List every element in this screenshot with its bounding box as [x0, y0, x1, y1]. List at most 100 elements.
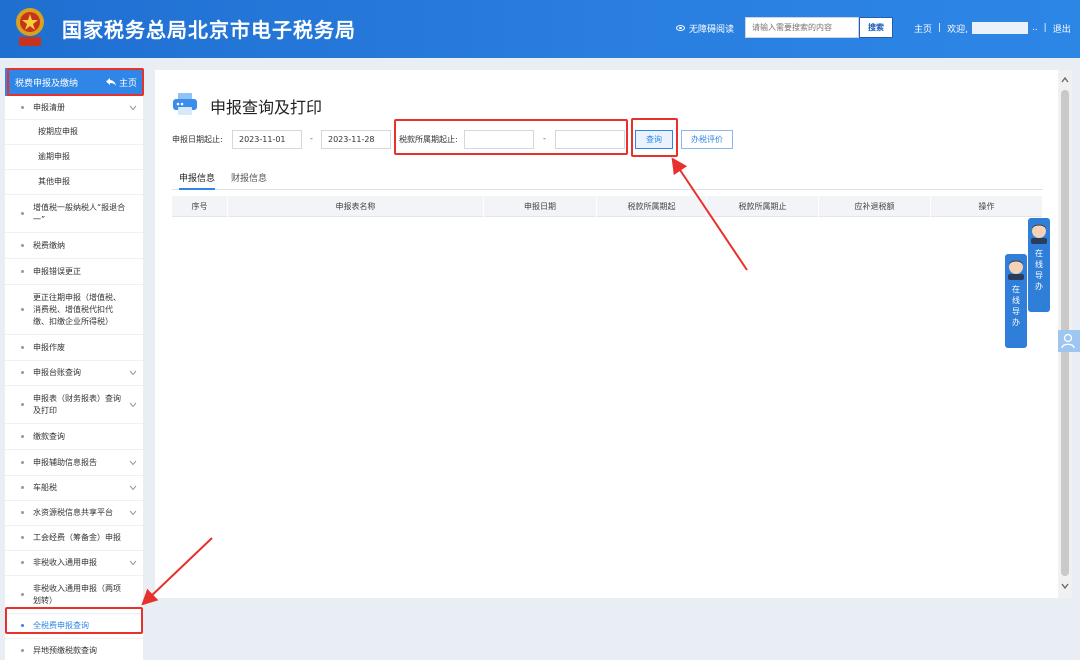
- sidebar-item-label: 更正往期申报（增值税、消费税、增值税代扣代缴、扣缴企业所得税）: [33, 292, 121, 326]
- helper-char: 导: [1035, 271, 1043, 280]
- sidebar-item[interactable]: 缴款查询: [5, 424, 143, 450]
- search-input[interactable]: [745, 17, 859, 38]
- sidebar-item-label: 按期应申报: [38, 127, 78, 136]
- site-title: 国家税务总局北京市电子税务局: [62, 18, 356, 42]
- col-declare-date: 申报日期: [484, 196, 597, 217]
- sidebar-item[interactable]: 申报作废: [5, 335, 143, 361]
- nav-separator: |: [1043, 23, 1047, 33]
- helper-char: 导: [1012, 307, 1020, 316]
- tax-period-label: 税款所属期起止:: [399, 135, 458, 144]
- welcome-text: 欢迎,: [947, 24, 968, 35]
- eye-icon: [676, 25, 685, 31]
- sidebar-item-label: 缴款查询: [33, 431, 65, 441]
- declare-end-input[interactable]: 2023-11-28: [321, 130, 391, 149]
- declare-date-label: 申报日期起止:: [172, 135, 223, 144]
- sidebar-item-label: 全税费申报查询: [33, 621, 89, 630]
- search-button[interactable]: 搜索: [859, 17, 893, 38]
- sidebar-item-label: 水资源税信息共享平台: [33, 508, 113, 517]
- online-guide-helper-top[interactable]: 在 线 导 办: [1028, 218, 1050, 312]
- tab-declare-info[interactable]: 申报信息: [179, 172, 216, 190]
- sidebar-item[interactable]: 工会经费（筹备金）申报: [5, 526, 143, 551]
- col-tax-amount: 应补退税额: [819, 196, 931, 217]
- return-arrow-icon: [105, 78, 116, 86]
- col-form-name: 申报表名称: [228, 196, 484, 217]
- scroll-up-icon[interactable]: [1061, 76, 1069, 84]
- sidebar-item[interactable]: 增值税一般纳税人“报退合一”: [5, 195, 143, 233]
- sidebar-item[interactable]: 申报台账查询: [5, 361, 143, 386]
- accessibility-label: 无障碍阅读: [689, 24, 735, 35]
- user-icon: [1061, 333, 1075, 349]
- username-redacted: [971, 22, 1028, 34]
- chevron-down-icon[interactable]: [129, 460, 137, 466]
- sidebar-item[interactable]: 非税收入通用申报: [5, 551, 143, 576]
- accessibility-link[interactable]: 无障碍阅读: [676, 17, 734, 39]
- helper-char: 线: [1012, 296, 1020, 305]
- query-button[interactable]: 查询: [635, 130, 673, 149]
- table-header: 序号 申报表名称 申报日期 税款所属期起 税款所属期止 应补退税额 操作: [172, 196, 1043, 217]
- tab-bar: 申报信息 财报信息: [172, 172, 1043, 190]
- home-link[interactable]: 主页: [914, 22, 932, 35]
- helper-char: 线: [1035, 260, 1043, 269]
- sidebar-item-label: 非税收入通用申报（两项划转）: [33, 583, 121, 605]
- evaluate-button[interactable]: 办税评价: [681, 130, 733, 149]
- sidebar-item[interactable]: 全税费申报查询: [5, 614, 143, 639]
- declare-start-input[interactable]: 2023-11-01: [232, 130, 302, 149]
- helper-char: 办: [1035, 282, 1043, 291]
- range-dash: -: [310, 134, 313, 143]
- sidebar-item-label: 申报台账查询: [33, 368, 81, 377]
- online-guide-helper-bottom[interactable]: 在 线 导 办: [1005, 254, 1027, 348]
- tax-emblem-logo: [16, 8, 44, 46]
- sidebar-item-label: 申报错误更正: [33, 266, 81, 276]
- sidebar-item[interactable]: 异地预缴税款查询: [5, 639, 143, 660]
- sidebar-item[interactable]: 申报清册: [5, 96, 143, 120]
- chevron-down-icon[interactable]: [129, 370, 137, 376]
- sidebar-item-label: 其他申报: [38, 177, 70, 186]
- sidebar-item-label: 税费缴纳: [33, 240, 65, 250]
- sidebar-item-label: 异地预缴税款查询: [33, 646, 97, 655]
- helper-char: 在: [1035, 249, 1043, 258]
- chevron-down-icon[interactable]: [129, 560, 137, 566]
- sidebar-home-link[interactable]: 主页: [105, 76, 137, 89]
- chevron-down-icon[interactable]: [129, 105, 137, 111]
- sidebar-header[interactable]: 税费申报及缴纳 主页: [5, 68, 143, 96]
- sidebar-item[interactable]: 申报辅助信息报告: [5, 450, 143, 476]
- logout-link[interactable]: 退出: [1053, 22, 1071, 35]
- sidebar-item[interactable]: 非税收入通用申报（两项划转）: [5, 576, 143, 614]
- sidebar-item[interactable]: 申报表（财务报表）查询及打印: [5, 386, 143, 424]
- sidebar-item[interactable]: 更正往期申报（增值税、消费税、增值税代扣代缴、扣缴企业所得税）: [5, 285, 143, 335]
- range-dash: -: [543, 134, 546, 143]
- chevron-down-icon[interactable]: [129, 510, 137, 516]
- sidebar-item-label: 申报辅助信息报告: [33, 457, 97, 467]
- header-nav: 主页 | 欢迎, .. | 退出: [914, 17, 1071, 39]
- helper-char: 在: [1012, 285, 1020, 294]
- nav-separator: |: [938, 23, 942, 33]
- col-operation: 操作: [931, 196, 1043, 217]
- user-service-tab[interactable]: [1058, 330, 1080, 352]
- top-header: 国家税务总局北京市电子税务局 无障碍阅读 搜索 主页 | 欢迎, .. | 退出: [0, 0, 1080, 58]
- period-start-input[interactable]: [464, 130, 534, 149]
- chevron-down-icon[interactable]: [129, 402, 137, 408]
- sidebar-item-label: 逾期申报: [38, 152, 70, 161]
- sidebar-item-label: 申报表（财务报表）查询及打印: [33, 393, 121, 415]
- scroll-down-icon[interactable]: [1061, 582, 1069, 590]
- sidebar-item[interactable]: 申报错误更正: [5, 259, 143, 285]
- helper-char: 办: [1012, 318, 1020, 327]
- sidebar-item-label: 申报清册: [33, 102, 65, 112]
- sidebar-item-label: 非税收入通用申报: [33, 558, 97, 567]
- col-period-end: 税款所属期止: [707, 196, 819, 217]
- sidebar-item[interactable]: 其他申报: [5, 170, 143, 195]
- username-suffix: ..: [1031, 23, 1038, 33]
- sidebar-item[interactable]: 车船税: [5, 476, 143, 501]
- page-title: 申报查询及打印: [210, 98, 323, 117]
- chevron-down-icon[interactable]: [129, 485, 137, 491]
- sidebar-item[interactable]: 水资源税信息共享平台: [5, 501, 143, 526]
- period-end-input[interactable]: [555, 130, 625, 149]
- sidebar-item[interactable]: 按期应申报: [5, 120, 143, 145]
- main-panel: 申报查询及打印 申报日期起止: 2023-11-01 - 2023-11-28 …: [155, 70, 1058, 598]
- service-agent-icon: [1031, 224, 1047, 244]
- tab-financial-info[interactable]: 财报信息: [231, 172, 267, 190]
- sidebar: 税费申报及缴纳 主页 申报清册按期应申报逾期申报其他申报增值税一般纳税人“报退合…: [5, 68, 143, 660]
- sidebar-item[interactable]: 逾期申报: [5, 145, 143, 170]
- col-period-start: 税款所属期起: [597, 196, 707, 217]
- sidebar-item[interactable]: 税费缴纳: [5, 233, 143, 259]
